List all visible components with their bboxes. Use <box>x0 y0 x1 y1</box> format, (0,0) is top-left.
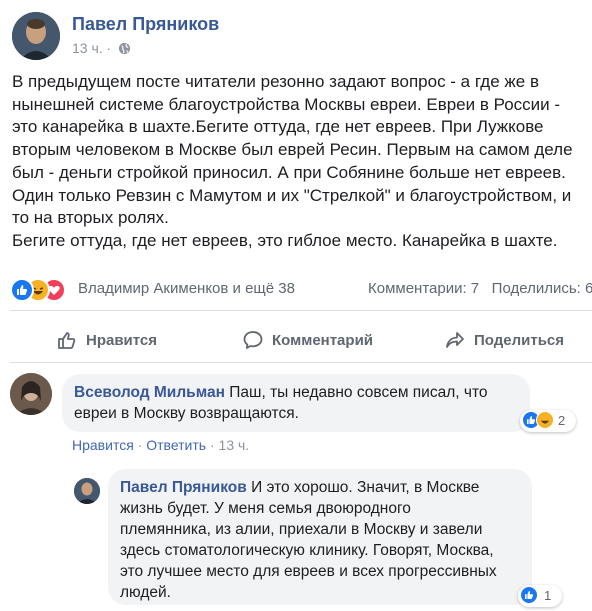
reactions-summary: Владимир Акименков и ещё 38 Комментарии:… <box>10 277 592 302</box>
reply-avatar[interactable] <box>74 478 100 504</box>
commenter-photo <box>10 373 52 415</box>
reply-text: Павел Пряников И это хорошо. Значит, в М… <box>120 477 520 603</box>
comment-icon <box>243 331 263 349</box>
share-button[interactable]: Поделиться <box>444 323 564 357</box>
post-line: нынешней системе благоустройства Москвы … <box>12 94 561 114</box>
comment-bubble: Всеволод Мильман Паш, ты недавно совсем … <box>62 374 530 432</box>
post-actions: Нравится Комментарий Поделиться <box>0 323 592 357</box>
like-label: Нравится <box>86 331 158 349</box>
post-time[interactable]: 13 ч. · <box>72 40 111 56</box>
comment-reaction-count: 2 <box>558 413 566 428</box>
comment-actions: Нравится · Ответить · 13 ч. <box>72 437 249 453</box>
post-body: В предыдущем посте читатели резонно зада… <box>12 71 592 253</box>
share-label: Поделиться <box>474 331 565 349</box>
shares-count[interactable]: Поделились: 6 <box>492 280 592 297</box>
facebook-post: Павел Пряников 13 ч. · В предыдущем пост… <box>0 0 592 611</box>
comment-avatar[interactable] <box>10 373 52 415</box>
comment-button[interactable]: Комментарий <box>242 323 373 357</box>
comment-text: Всеволод Мильман Паш, ты недавно совсем … <box>74 382 524 424</box>
comments-count[interactable]: Комментарии: 7 <box>368 280 479 297</box>
divider <box>10 362 592 363</box>
reply-reaction-count: 1 <box>544 588 552 603</box>
reply-line: здесь стоматологическую клинику. Говорят… <box>120 542 494 559</box>
post-line: вторым человеком в Москве был еврей Реси… <box>12 140 573 160</box>
author-photo <box>12 12 60 60</box>
reply-line: племянника, из алии, приехали в Москву и… <box>120 521 483 538</box>
like-icon <box>520 586 538 604</box>
post-line: это канарейка в шахте.Бегите оттуда, где… <box>12 117 544 137</box>
post-line: то на вторых ролях. <box>12 208 169 228</box>
reply-line: жизнь будет. У меня семья двоюродного <box>120 500 411 517</box>
reply-line: это лучшее место для евреев и всех прогр… <box>120 563 497 580</box>
counts: Комментарии: 7 Поделились: 6 <box>368 280 592 297</box>
like-icon <box>10 278 34 302</box>
post-meta: 13 ч. · <box>72 40 131 58</box>
reply-author-photo <box>74 478 100 504</box>
share-icon <box>446 332 464 348</box>
reply-reactions[interactable]: 1 <box>518 585 562 607</box>
separator: · <box>137 437 143 453</box>
comment-line: евреи в Москву возвращаются. <box>74 405 299 422</box>
reply-line: И это хорошо. Значит, в Москве <box>251 479 480 496</box>
comment-label: Комментарий <box>272 331 374 349</box>
divider <box>10 310 592 311</box>
post-line: В предыдущем посте читатели резонно зада… <box>12 72 539 91</box>
thumbs-up-icon <box>58 332 76 349</box>
comment-reactions[interactable]: 2 <box>520 410 576 432</box>
reply-author[interactable]: Павел Пряников <box>120 479 247 496</box>
comment-reply-link[interactable]: Ответить <box>146 437 206 453</box>
globe-icon[interactable] <box>118 42 131 58</box>
comment-author[interactable]: Всеволод Мильман <box>74 384 225 401</box>
reaction-icons[interactable] <box>10 278 78 302</box>
comment-line: Паш, ты недавно совсем писал, что <box>229 384 488 401</box>
post-line: был - деньги стройкой приносил. А при Со… <box>12 162 566 182</box>
reply-bubble: Павел Пряников И это хорошо. Значит, в М… <box>108 469 532 605</box>
comment-like-link[interactable]: Нравится <box>72 437 134 453</box>
author-avatar[interactable] <box>12 12 60 60</box>
reaction-names[interactable]: Владимир Акименков и ещё 38 <box>78 280 295 297</box>
comment-time[interactable]: 13 ч. <box>219 437 250 453</box>
author-name[interactable]: Павел Пряников <box>72 14 219 35</box>
reply-line: людей. <box>120 584 171 601</box>
post-line: Бегите оттуда, где нет евреев, это гибло… <box>12 230 558 250</box>
separator: · <box>209 437 215 453</box>
post-line: Один только Ревзин с Мамутом и их "Стрел… <box>12 185 572 205</box>
like-button[interactable]: Нравится <box>56 323 157 357</box>
haha-icon <box>536 411 554 429</box>
